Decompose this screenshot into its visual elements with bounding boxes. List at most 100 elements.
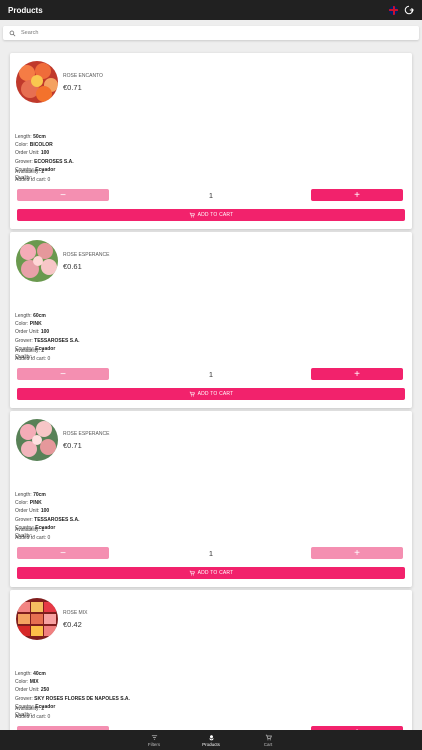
order-unit-value: 100 bbox=[40, 329, 50, 336]
product-name: ROSE ESPERANCE bbox=[63, 252, 110, 258]
product-image bbox=[16, 61, 58, 103]
length-label: Length: bbox=[15, 492, 32, 498]
grower-value: TESSAROSES S.A. bbox=[34, 337, 80, 344]
product-name: ROSE ENCANTO bbox=[63, 73, 103, 79]
availability-value: 1 bbox=[41, 527, 45, 533]
availability-value: 2 bbox=[41, 348, 45, 354]
availability-value: 2 bbox=[41, 706, 45, 712]
decrease-quantity-button[interactable]: − bbox=[17, 547, 109, 559]
availability-block: Availability: 2 Added to cart: 0 bbox=[15, 347, 50, 363]
app-bar: Products bbox=[0, 0, 422, 20]
bottom-navigation: Filters Products Cart bbox=[0, 730, 422, 750]
product-price: €0.61 bbox=[63, 262, 82, 271]
order-unit-label: Order Unit: bbox=[15, 329, 40, 336]
availability-block: Availability: 2 Added to cart: 0 bbox=[15, 705, 50, 721]
length-value: 60cm bbox=[33, 313, 46, 319]
product-card: ROSE MIX €0.42 Length: 40cm Color: MIX O… bbox=[10, 590, 412, 730]
product-name: ROSE ESPERANCE bbox=[63, 431, 110, 437]
add-to-cart-button[interactable]: ADD TO CART bbox=[17, 567, 405, 579]
cart-icon bbox=[189, 570, 195, 576]
product-image bbox=[16, 598, 58, 640]
product-card: ROSE ENCANTO €0.71 Length: 50cm Color: B… bbox=[10, 53, 412, 229]
color-label: Color: bbox=[15, 321, 29, 328]
cart-icon bbox=[265, 734, 272, 740]
product-list[interactable]: ROSE ENCANTO €0.71 Length: 50cm Color: B… bbox=[0, 44, 422, 730]
grower-value: ECOROSES S.A. bbox=[34, 158, 74, 165]
grower-value: SKY ROSES FLORES DE NAPOLES S.A. bbox=[34, 695, 130, 702]
length-value: 50cm bbox=[33, 134, 46, 140]
grower-label: Grower: bbox=[15, 158, 33, 165]
add-to-cart-label: ADD TO CART bbox=[197, 212, 234, 218]
add-to-cart-button[interactable]: ADD TO CART bbox=[17, 388, 405, 400]
grower-value: TESSAROSES S.A. bbox=[34, 516, 80, 523]
decrease-quantity-button[interactable]: − bbox=[17, 368, 109, 380]
product-price: €0.42 bbox=[63, 620, 82, 629]
order-unit-label: Order Unit: bbox=[15, 687, 40, 694]
add-to-cart-label: ADD TO CART bbox=[197, 570, 234, 576]
availability-label: Availability: bbox=[15, 527, 40, 533]
decrease-quantity-button[interactable]: − bbox=[17, 189, 109, 201]
logout-icon[interactable] bbox=[404, 5, 414, 15]
product-price: €0.71 bbox=[63, 83, 82, 92]
uk-flag-icon[interactable] bbox=[389, 5, 398, 15]
nav-products[interactable]: Products bbox=[183, 730, 240, 750]
length-value: 40cm bbox=[33, 671, 46, 677]
grower-label: Grower: bbox=[15, 516, 33, 523]
cart-icon bbox=[189, 212, 195, 218]
order-unit-value: 250 bbox=[40, 687, 50, 694]
availability-block: Availability: 1 Added to cart: 0 bbox=[15, 526, 50, 542]
nav-filters[interactable]: Filters bbox=[126, 730, 183, 750]
length-label: Length: bbox=[15, 313, 32, 319]
nav-products-label: Products bbox=[202, 741, 220, 747]
order-unit-value: 100 bbox=[40, 150, 50, 157]
added-to-cart-label: Added to cart: bbox=[15, 356, 47, 363]
added-to-cart-value: 0 bbox=[47, 356, 51, 363]
order-unit-label: Order Unit: bbox=[15, 150, 40, 157]
quantity-value: 1 bbox=[208, 191, 214, 200]
grower-label: Grower: bbox=[15, 695, 33, 702]
cart-icon bbox=[189, 391, 195, 397]
search-bar[interactable] bbox=[3, 26, 419, 40]
added-to-cart-value: 0 bbox=[47, 535, 51, 542]
nav-cart-label: Cart bbox=[263, 741, 273, 747]
product-card: ROSE ESPERANCE €0.71 Length: 70cm Color:… bbox=[10, 411, 412, 587]
add-to-cart-button[interactable]: ADD TO CART bbox=[17, 209, 405, 221]
add-to-cart-label: ADD TO CART bbox=[197, 391, 234, 397]
availability-label: Availability: bbox=[15, 169, 40, 175]
increase-quantity-button[interactable]: + bbox=[311, 189, 403, 201]
added-to-cart-value: 0 bbox=[47, 177, 51, 184]
availability-label: Availability: bbox=[15, 706, 40, 712]
quantity-value: 1 bbox=[208, 370, 214, 379]
color-value: PINK bbox=[29, 321, 42, 328]
color-value: BICOLOR bbox=[29, 142, 53, 149]
search-icon bbox=[9, 30, 16, 36]
app-bar-actions bbox=[389, 5, 414, 15]
product-price: €0.71 bbox=[63, 441, 82, 450]
filter-icon bbox=[151, 734, 157, 740]
color-label: Color: bbox=[15, 679, 29, 686]
increase-quantity-button[interactable]: + bbox=[311, 368, 403, 380]
color-label: Color: bbox=[15, 142, 29, 149]
order-unit-label: Order Unit: bbox=[15, 508, 40, 515]
quantity-value: 1 bbox=[208, 549, 214, 558]
flower-icon bbox=[208, 734, 214, 740]
nav-filters-label: Filters bbox=[147, 741, 161, 747]
order-unit-value: 100 bbox=[40, 508, 50, 515]
grower-label: Grower: bbox=[15, 337, 33, 344]
color-value: PINK bbox=[29, 500, 42, 507]
availability-label: Availability: bbox=[15, 348, 40, 354]
length-label: Length: bbox=[15, 134, 32, 140]
increase-quantity-button[interactable]: + bbox=[311, 547, 403, 559]
search-input[interactable] bbox=[21, 30, 401, 36]
availability-block: Availability: 2 Added to cart: 0 bbox=[15, 168, 50, 184]
length-label: Length: bbox=[15, 671, 32, 677]
added-to-cart-value: 0 bbox=[47, 714, 51, 721]
availability-value: 2 bbox=[41, 169, 45, 175]
nav-cart[interactable]: Cart bbox=[240, 730, 297, 750]
added-to-cart-label: Added to cart: bbox=[15, 714, 47, 721]
product-image bbox=[16, 419, 58, 461]
page-title: Products bbox=[8, 5, 43, 15]
added-to-cart-label: Added to cart: bbox=[15, 535, 47, 542]
product-card: ROSE ESPERANCE €0.61 Length: 60cm Color:… bbox=[10, 232, 412, 408]
color-label: Color: bbox=[15, 500, 29, 507]
